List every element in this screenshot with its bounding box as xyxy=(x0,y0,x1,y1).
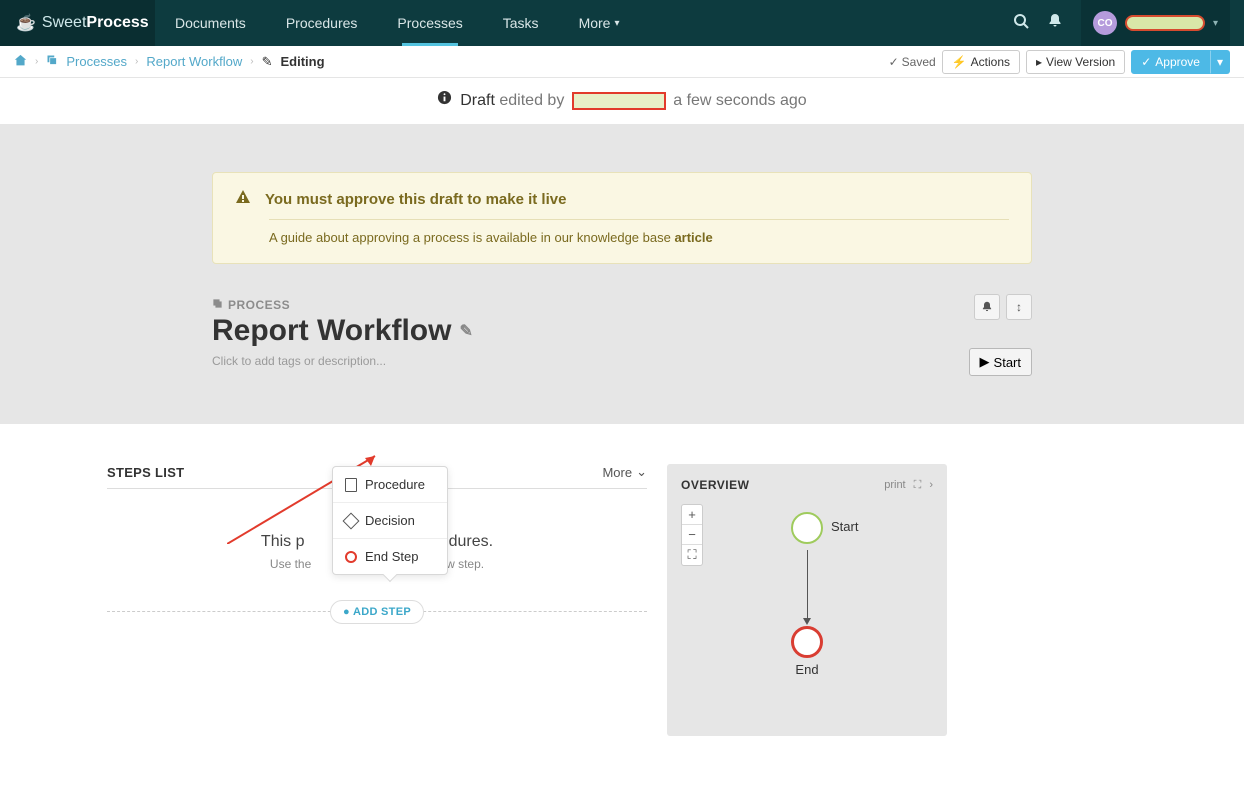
nav-more[interactable]: More ▾ xyxy=(559,0,640,46)
steps-area: STEPS LIST More ⌄ Procedure Decision End… xyxy=(107,464,647,736)
tags-hint[interactable]: Click to add tags or description... xyxy=(212,354,1032,368)
draft-label: Draft xyxy=(460,92,495,109)
breadcrumb: › Processes › Report Workflow › ✎ Editin… xyxy=(14,54,325,70)
steps-title: STEPS LIST xyxy=(107,465,184,480)
flow-line xyxy=(807,550,808,622)
diamond-icon xyxy=(343,512,360,529)
chevron-down-icon: ⌄ xyxy=(636,464,647,480)
user-menu[interactable]: CO ▾ xyxy=(1081,0,1230,46)
breadcrumb-item[interactable]: Report Workflow xyxy=(146,54,242,69)
view-version-button[interactable]: ▸ View Version xyxy=(1026,50,1125,74)
logo-text-2: Process xyxy=(86,14,148,32)
overview-title: OVERVIEW xyxy=(681,478,749,492)
saved-indicator: ✓ Saved xyxy=(889,55,936,69)
search-icon[interactable] xyxy=(1013,13,1029,34)
approve-button[interactable]: ✓ Approve xyxy=(1131,50,1210,74)
steps-more[interactable]: More ⌄ xyxy=(602,464,647,480)
user-name-redacted xyxy=(1125,15,1205,31)
cup-icon: ☕ xyxy=(16,13,36,33)
nav-more-label: More xyxy=(579,15,611,31)
reorder-button[interactable]: ↕ xyxy=(1006,294,1032,320)
process-tag: PROCESS xyxy=(212,298,1032,312)
flow-arrow-icon xyxy=(803,618,811,625)
nav-processes[interactable]: Processes xyxy=(377,0,482,46)
breadcrumb-processes[interactable]: Processes xyxy=(66,54,127,69)
start-button[interactable]: ▶ Start xyxy=(969,348,1032,376)
warning-icon xyxy=(235,189,251,209)
subbar: › Processes › Report Workflow › ✎ Editin… xyxy=(0,46,1244,78)
alert-title: You must approve this draft to make it l… xyxy=(265,191,566,208)
lower-section: STEPS LIST More ⌄ Procedure Decision End… xyxy=(107,424,1137,796)
approval-alert: You must approve this draft to make it l… xyxy=(212,172,1032,264)
topbar: ☕ SweetProcess Documents Procedures Proc… xyxy=(0,0,1244,46)
edit-title-icon[interactable]: ✎ xyxy=(459,321,472,341)
editor-name-redacted xyxy=(572,92,666,110)
nav-documents[interactable]: Documents xyxy=(155,0,266,46)
bell-icon[interactable] xyxy=(1047,13,1063,34)
topbar-right: CO ▾ xyxy=(1013,0,1244,46)
logo-text-1: Sweet xyxy=(42,14,86,32)
draft-edited-by: edited by xyxy=(499,92,564,109)
subbar-actions: ✓ Saved ⚡ Actions ▸ View Version ✓ Appro… xyxy=(889,50,1230,74)
breadcrumb-sep: › xyxy=(250,56,253,67)
stack-icon xyxy=(46,54,58,69)
plus-icon: ● xyxy=(343,606,350,618)
approve-dropdown[interactable]: ▾ xyxy=(1210,50,1230,74)
expand-icon[interactable]: ⛶ xyxy=(914,479,922,492)
info-icon xyxy=(437,92,456,108)
overview-panel: OVERVIEW print ⛶ › + − ⛶ Start End xyxy=(667,464,947,736)
popup-procedure[interactable]: Procedure xyxy=(333,467,447,502)
main-nav: Documents Procedures Processes Tasks Mor… xyxy=(155,0,640,46)
nav-procedures[interactable]: Procedures xyxy=(266,0,378,46)
breadcrumb-sep: › xyxy=(135,56,138,67)
alert-body: A guide about approving a process is ava… xyxy=(269,230,1009,245)
article-link[interactable]: article xyxy=(674,230,712,245)
avatar: CO xyxy=(1093,11,1117,35)
gray-band: You must approve this draft to make it l… xyxy=(0,124,1244,424)
chevron-down-icon: ▾ xyxy=(614,18,619,29)
node-end[interactable]: End xyxy=(791,626,823,677)
home-icon[interactable] xyxy=(14,54,27,70)
document-icon xyxy=(345,478,357,492)
overview-print[interactable]: print xyxy=(884,479,905,491)
pencil-icon: ✎ xyxy=(262,54,273,70)
draft-time-ago: a few seconds ago xyxy=(673,92,806,109)
nav-tasks[interactable]: Tasks xyxy=(483,0,559,46)
breadcrumb-current: Editing xyxy=(280,54,324,69)
stack-icon xyxy=(212,298,223,312)
process-title: Report Workflow ✎ xyxy=(212,314,1032,348)
chevron-right-icon[interactable]: › xyxy=(929,479,933,491)
process-header: ↕ PROCESS Report Workflow ✎ Click to add… xyxy=(212,298,1032,368)
add-step-popup: Procedure Decision End Step xyxy=(332,466,448,575)
logo[interactable]: ☕ SweetProcess xyxy=(0,0,155,46)
add-step-button[interactable]: ●ADD STEP xyxy=(330,600,424,624)
draft-status-row: Draft edited by a few seconds ago xyxy=(0,78,1244,124)
notify-button[interactable] xyxy=(974,294,1000,320)
breadcrumb-sep: › xyxy=(35,56,38,67)
circle-icon xyxy=(345,551,357,563)
node-start[interactable]: Start xyxy=(791,512,823,544)
actions-button[interactable]: ⚡ Actions xyxy=(942,50,1020,74)
overview-canvas: Start End xyxy=(681,502,933,722)
chevron-down-icon: ▾ xyxy=(1213,18,1218,29)
popup-decision[interactable]: Decision xyxy=(333,502,447,538)
